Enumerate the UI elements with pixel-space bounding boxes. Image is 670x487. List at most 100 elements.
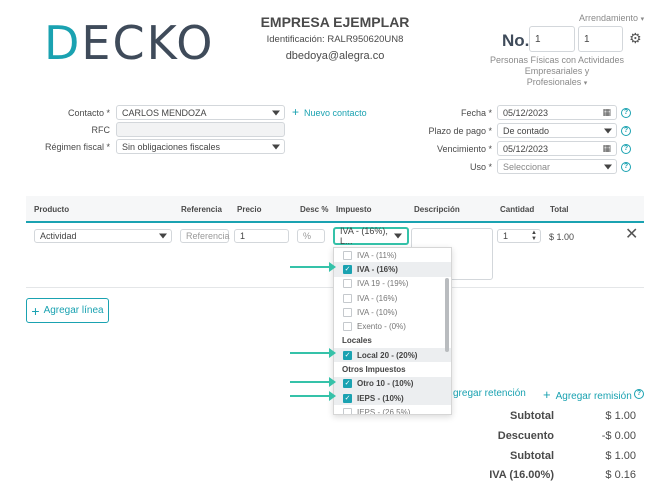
tax-option-label: Otro 10 - (10%) — [357, 379, 414, 389]
tax-option[interactable]: ✓ IVA - (16%) — [334, 262, 451, 277]
tax-option-label: Exento - (0%) — [357, 322, 406, 332]
col-reference: Referencia — [181, 205, 222, 214]
discount-value: -$ 0.00 — [601, 430, 636, 442]
tax-option-label: IVA - (16%) — [357, 264, 398, 274]
plus-icon: + — [31, 302, 40, 319]
use-help-icon[interactable]: ? — [621, 162, 631, 172]
iva-value: $ 0.16 — [605, 469, 636, 481]
rfc-input[interactable] — [116, 122, 285, 137]
iva-label: IVA (16.00%) — [489, 469, 554, 481]
tax-option[interactable]: IVA - (16%) — [334, 291, 451, 305]
checkbox-icon[interactable] — [343, 407, 352, 414]
group-label: Otros Impuestos — [342, 365, 406, 375]
regime-select[interactable]: Sin obligaciones fiscales — [116, 139, 285, 154]
tax-dropdown-menu[interactable]: IVA - (11%) ✓ IVA - (16%) IVA 19 - (19%) IVA… — [333, 247, 452, 415]
invoice-number-label: No. — [502, 31, 530, 50]
date-input[interactable]: 05/12/2023 ▦ — [497, 105, 617, 120]
invoice-prefix-input[interactable]: 1 — [529, 26, 575, 52]
tax-option-label: IEPS - (10%) — [357, 393, 404, 403]
gear-icon[interactable]: ⚙ — [629, 31, 642, 45]
tax-option[interactable]: ✓ Local 20 - (20%) — [334, 348, 451, 363]
tax-select[interactable]: IVA - (16%), L... — [333, 226, 409, 246]
use-label: Uso * — [469, 162, 492, 172]
tax-option[interactable]: IVA 19 - (19%) — [334, 277, 451, 291]
company-identification: Identificación: RALR950620UN8 — [266, 34, 404, 45]
col-price: Precio — [237, 205, 262, 214]
plus-icon: + — [543, 387, 551, 402]
contact-select[interactable]: CARLOS MENDOZA — [116, 105, 285, 120]
checkbox-checked-icon[interactable]: ✓ — [343, 264, 352, 274]
col-description: Descripción — [414, 205, 460, 214]
fiscal-regime-text[interactable]: Personas Físicas con Actividades Empresa… — [470, 55, 644, 89]
tax-option[interactable]: IEPS - (26.5%) — [334, 405, 451, 415]
tax-option-label: Local 20 - (20%) — [357, 350, 418, 360]
discount-label: Descuento — [497, 430, 554, 442]
line-total: $ 1.00 — [549, 232, 575, 242]
subtotal-2-value: $ 1.00 — [605, 450, 636, 462]
product-select[interactable]: Actividad — [34, 229, 172, 243]
dropdown-group-header: Locales — [334, 334, 451, 348]
checkbox-checked-icon[interactable]: ✓ — [343, 379, 352, 389]
invoice-number-input[interactable]: 1 — [578, 26, 623, 52]
arrow-pointer-icon — [290, 348, 336, 358]
col-quantity: Cantidad — [500, 205, 535, 214]
tax-option[interactable]: Exento - (0%) — [334, 319, 451, 333]
discount-input[interactable]: % — [297, 229, 325, 243]
arrow-pointer-icon — [290, 377, 336, 387]
payment-term-help-icon[interactable]: ? — [621, 126, 631, 136]
payment-term-select[interactable]: De contado — [497, 123, 617, 138]
arrow-pointer-icon — [290, 262, 336, 272]
new-contact-button[interactable]: + Nuevo contacto — [292, 105, 367, 119]
col-tax: Impuesto — [336, 205, 372, 214]
date-label: Fecha * — [460, 108, 492, 118]
checkbox-icon[interactable] — [343, 307, 352, 317]
items-table-header: Producto Referencia Precio Desc % Impues… — [26, 199, 644, 223]
tax-option-label: IEPS - (26.5%) — [357, 407, 411, 415]
tax-option[interactable]: ✓ Otro 10 - (10%) — [334, 376, 451, 391]
add-line-button[interactable]: + Agregar línea — [26, 298, 109, 323]
dropdown-scrollbar[interactable] — [445, 278, 449, 352]
quantity-stepper[interactable]: 1 ▲ ▼ — [497, 229, 541, 243]
plus-icon: + — [292, 105, 300, 119]
decko-logo: DECKO — [44, 16, 215, 70]
checkbox-icon[interactable] — [343, 293, 352, 303]
col-discount: Desc % — [300, 205, 329, 214]
add-remission-button[interactable]: + Agregar remisión — [543, 387, 632, 402]
col-product: Producto — [34, 205, 70, 214]
rfc-label: RFC — [91, 125, 111, 135]
tax-option[interactable]: IVA - (11%) — [334, 248, 451, 262]
date-help-icon[interactable]: ? — [621, 108, 631, 118]
calendar-icon: ▦ — [602, 143, 611, 153]
subtotal-2-label: Subtotal — [510, 450, 554, 462]
checkbox-icon[interactable] — [343, 279, 352, 289]
reference-input[interactable]: Referencia — [180, 229, 230, 243]
subtotal-label: Subtotal — [510, 410, 554, 422]
col-total: Total — [550, 205, 569, 214]
tax-option-label: IVA - (16%) — [357, 293, 398, 303]
tax-option[interactable]: IVA - (10%) — [334, 305, 451, 319]
arrow-pointer-icon — [290, 391, 336, 401]
price-input[interactable]: 1 — [234, 229, 289, 243]
remission-help-icon[interactable]: ? — [634, 389, 644, 399]
due-date-input[interactable]: 05/12/2023 ▦ — [497, 141, 617, 156]
tax-option-label: IVA - (10%) — [357, 307, 398, 317]
regime-type-select[interactable]: Arrendamiento ▾ — [579, 13, 644, 23]
tax-option-label: IVA 19 - (19%) — [357, 279, 409, 289]
checkbox-checked-icon[interactable]: ✓ — [343, 350, 352, 360]
subtotal-value: $ 1.00 — [605, 410, 636, 422]
due-date-label: Vencimiento * — [436, 144, 492, 154]
dropdown-group-header: Otros Impuestos — [334, 362, 451, 376]
checkbox-checked-icon[interactable]: ✓ — [343, 393, 352, 403]
checkbox-icon[interactable] — [343, 250, 352, 260]
due-date-help-icon[interactable]: ? — [621, 144, 631, 154]
group-label: Locales — [342, 336, 372, 346]
use-select[interactable]: Seleccionar — [497, 159, 617, 174]
close-icon[interactable]: ✕ — [625, 227, 638, 243]
checkbox-icon[interactable] — [343, 322, 352, 332]
tax-option-label: IVA - (11%) — [357, 250, 397, 260]
contact-label: Contacto * — [67, 108, 110, 118]
calendar-icon: ▦ — [602, 107, 611, 117]
tax-option[interactable]: ✓ IEPS - (10%) — [334, 390, 451, 406]
add-retention-button[interactable]: gregar retención — [453, 388, 526, 399]
regime-label: Régimen fiscal * — [44, 142, 110, 152]
